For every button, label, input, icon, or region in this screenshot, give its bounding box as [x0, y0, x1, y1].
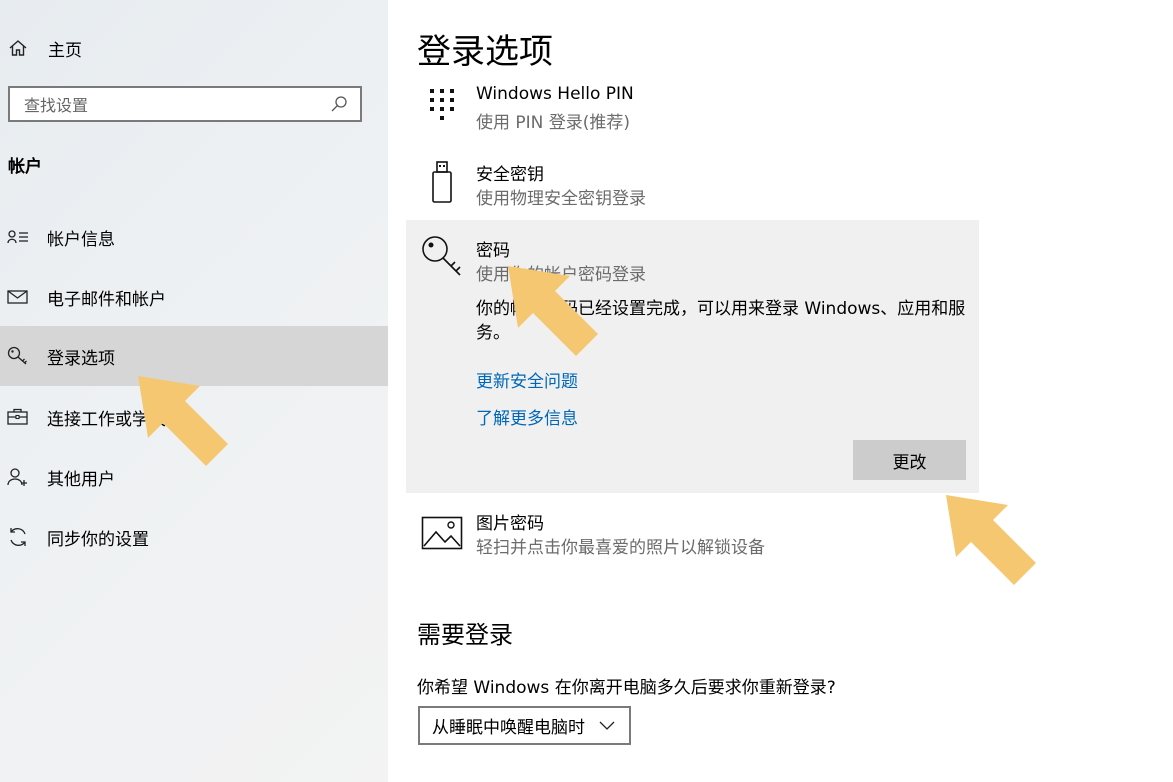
picture-icon [420, 511, 464, 555]
chevron-down-icon [599, 721, 617, 731]
option-security-key[interactable]: 安全密钥 使用物理安全密钥登录 [406, 156, 979, 218]
usb-key-icon [420, 160, 464, 204]
option-title: 图片密码 [476, 514, 544, 534]
mail-icon [7, 289, 31, 305]
home-icon [8, 38, 30, 58]
option-subtitle: 使用你的帐户密码登录 [476, 265, 646, 285]
page-title: 登录选项 [417, 32, 553, 72]
search-icon[interactable] [330, 95, 352, 113]
sidebar-item-label: 登录选项 [47, 348, 115, 369]
sidebar: 主页 查找设置 帐户 帐户信息 电子邮件和帐户 登录选项 连接工作或学校帐户 其… [0, 0, 388, 782]
change-password-button[interactable]: 更改 [853, 440, 966, 480]
password-key-icon [420, 234, 464, 278]
sidebar-item-label: 帐户信息 [47, 229, 115, 250]
sidebar-item-label: 电子邮件和帐户 [47, 289, 166, 310]
option-subtitle: 使用物理安全密钥登录 [476, 189, 646, 209]
home-nav-item[interactable]: 主页 [0, 30, 388, 66]
sidebar-item-work-school[interactable]: 连接工作或学校帐户 [0, 387, 388, 447]
option-title: 密码 [476, 241, 510, 261]
option-subtitle: 使用 PIN 登录(推荐) [476, 113, 631, 133]
sidebar-item-email[interactable]: 电子邮件和帐户 [0, 267, 388, 327]
add-person-icon [7, 467, 31, 487]
home-label: 主页 [48, 40, 82, 61]
sidebar-item-label: 连接工作或学校帐户 [47, 409, 200, 430]
briefcase-icon [7, 408, 31, 426]
option-password[interactable]: 密码 使用你的帐户密码登录 你的帐户密码已经设置完成，可以用来登录 Window… [406, 220, 979, 493]
search-box[interactable]: 查找设置 [8, 86, 362, 122]
pin-keypad-icon [420, 84, 464, 128]
key-icon [7, 346, 31, 366]
sidebar-item-sync[interactable]: 同步你的设置 [0, 507, 388, 567]
section-title: 帐户 [8, 157, 42, 177]
require-signin-dropdown[interactable]: 从睡眠中唤醒电脑时 [418, 706, 631, 745]
sidebar-item-label: 同步你的设置 [47, 529, 149, 550]
search-input[interactable]: 查找设置 [24, 92, 330, 116]
option-windows-hello-pin[interactable]: Windows Hello PIN 使用 PIN 登录(推荐) [406, 80, 979, 142]
password-description: 你的帐户密码已经设置完成，可以用来登录 Windows、应用和服务。 [476, 299, 966, 343]
option-title: 安全密钥 [476, 165, 544, 185]
option-subtitle: 轻扫并点击你最喜爱的照片以解锁设备 [476, 538, 765, 558]
require-signin-heading: 需要登录 [417, 621, 513, 649]
learn-more-link[interactable]: 了解更多信息 [476, 404, 578, 429]
sidebar-item-label: 其他用户 [47, 469, 115, 490]
update-security-questions-link[interactable]: 更新安全问题 [476, 367, 578, 392]
sync-icon [7, 526, 31, 548]
account-info-icon [7, 229, 31, 245]
sidebar-item-other-users[interactable]: 其他用户 [0, 447, 388, 507]
dropdown-value: 从睡眠中唤醒电脑时 [432, 718, 585, 738]
option-title: Windows Hello PIN [476, 84, 634, 104]
require-signin-question: 你希望 Windows 在你离开电脑多久后要求你重新登录? [417, 678, 836, 698]
option-picture-password[interactable]: 图片密码 轻扫并点击你最喜爱的照片以解锁设备 [406, 505, 979, 567]
sidebar-item-account-info[interactable]: 帐户信息 [0, 207, 388, 267]
sidebar-item-sign-in-options[interactable]: 登录选项 [0, 326, 388, 386]
